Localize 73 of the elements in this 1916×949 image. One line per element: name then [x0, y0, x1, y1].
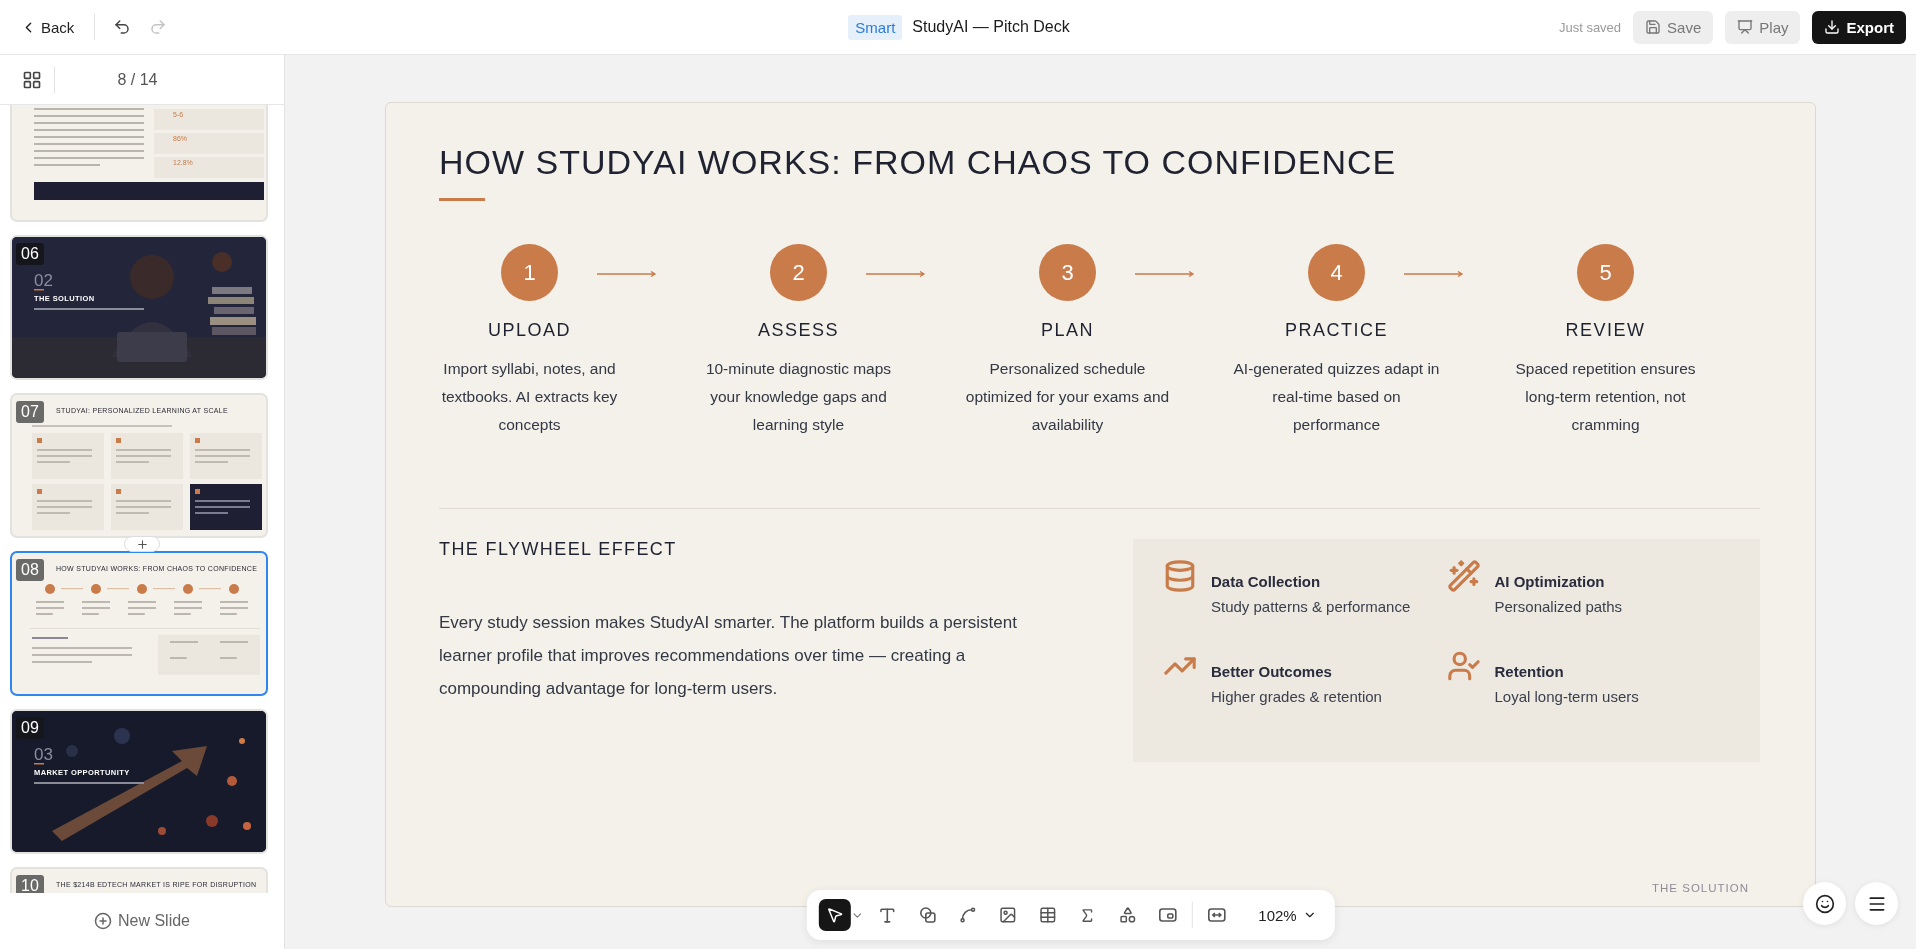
smiley-icon [1814, 893, 1835, 914]
step-number: 3 [1039, 244, 1096, 301]
plus-icon [135, 537, 149, 551]
step-number: 5 [1577, 244, 1634, 301]
undo-icon [113, 18, 132, 36]
step-number: 2 [770, 244, 827, 301]
section-number: 03 [34, 745, 53, 765]
download-icon [1824, 19, 1841, 35]
section-number: 02 [34, 271, 53, 291]
plus-circle-icon [94, 912, 112, 930]
feature-title: Retention [1494, 663, 1565, 680]
redo-icon [149, 18, 168, 36]
database-icon [1163, 559, 1197, 593]
shapes-icon [918, 906, 937, 924]
shapes-icon [1118, 906, 1137, 924]
embed-icon [1157, 906, 1178, 924]
slide-counter: 8 / 14 [116, 70, 159, 89]
user-check-icon [1446, 649, 1481, 683]
slide-number: 10 [16, 875, 44, 893]
step-description: Spaced repetition ensures long-term retention, not cramming [1514, 359, 1697, 435]
step-description: 10-minute diagnostic maps your knowledge gaps and learning style [704, 359, 893, 435]
feature-description: Higher grades & retention [1211, 688, 1382, 705]
connector-icon [958, 906, 977, 924]
save-button[interactable]: Save [1633, 10, 1714, 44]
slide-number: 07 [16, 401, 44, 423]
document-title: StudyAI — Pitch Deck [912, 18, 1070, 36]
zoom-dropdown[interactable]: 102% [1240, 906, 1321, 924]
slide-number: 08 [16, 559, 44, 581]
step-description: AI-generated quizzes adapt in real-time based on performance [1232, 359, 1441, 435]
text-icon [877, 905, 897, 925]
emoji-button[interactable] [1803, 882, 1846, 925]
feature-description: Study patterns & performance [1211, 598, 1411, 615]
body-text: Every study session makes StudyAI smarter. The platform builds a persistent learner profile that improves recommendations over time — creating a compounding advantage for long-term users. [439, 612, 1018, 700]
feature-description: Personalized paths [1494, 598, 1623, 615]
export-button[interactable]: Export [1812, 10, 1906, 44]
new-slide-button[interactable]: New Slide [88, 911, 196, 931]
step-label: PLAN [1041, 320, 1094, 341]
feature-title: Better Outcomes [1211, 663, 1333, 680]
step-description: Import syllabi, notes, and textbooks. AI extracts key concepts [440, 359, 619, 435]
arrow-icon [596, 271, 657, 277]
mode-badge: Smart [848, 14, 903, 40]
section-heading: THE FLYWHEEL EFFECT [439, 539, 678, 560]
step-label: ASSESS [757, 320, 839, 341]
image-icon [998, 906, 1017, 924]
arrow-icon [1403, 271, 1464, 277]
slide-title: HOW STUDYAI WORKS: FROM CHAOS TO CONFIDENCE [439, 143, 1398, 182]
feature-title: AI Optimization [1494, 573, 1606, 590]
play-button[interactable]: Play [1725, 10, 1801, 44]
slide-footer: THE SOLUTION [1652, 882, 1749, 894]
step-number: 1 [501, 244, 558, 301]
save-status: Just saved [1558, 19, 1622, 35]
presentation-icon [1737, 19, 1754, 35]
slide-number: 06 [16, 243, 44, 265]
insert-slide-button[interactable] [124, 536, 160, 552]
feature-title: Data Collection [1211, 573, 1322, 590]
step-label: REVIEW [1565, 320, 1646, 341]
slide-number: 09 [16, 717, 44, 739]
step-number: 4 [1308, 244, 1365, 301]
arrow-icon [1134, 271, 1195, 277]
step-label: PRACTICE [1285, 320, 1388, 341]
menu-button[interactable] [1855, 882, 1898, 925]
step-description: Personalized schedule optimized for your exams and availability [964, 359, 1171, 435]
pointer-icon [825, 906, 844, 924]
fit-width-icon [1206, 906, 1227, 924]
magic-wand-icon [1446, 559, 1481, 593]
grid-icon [22, 69, 42, 90]
feature-description: Loyal long-term users [1494, 688, 1639, 705]
accent-line [439, 198, 485, 201]
step-label: UPLOAD [488, 320, 571, 341]
back-button[interactable]: Back [12, 12, 83, 42]
arrow-icon [865, 271, 926, 277]
select-tool[interactable] [818, 899, 851, 931]
table-icon [1038, 906, 1057, 924]
